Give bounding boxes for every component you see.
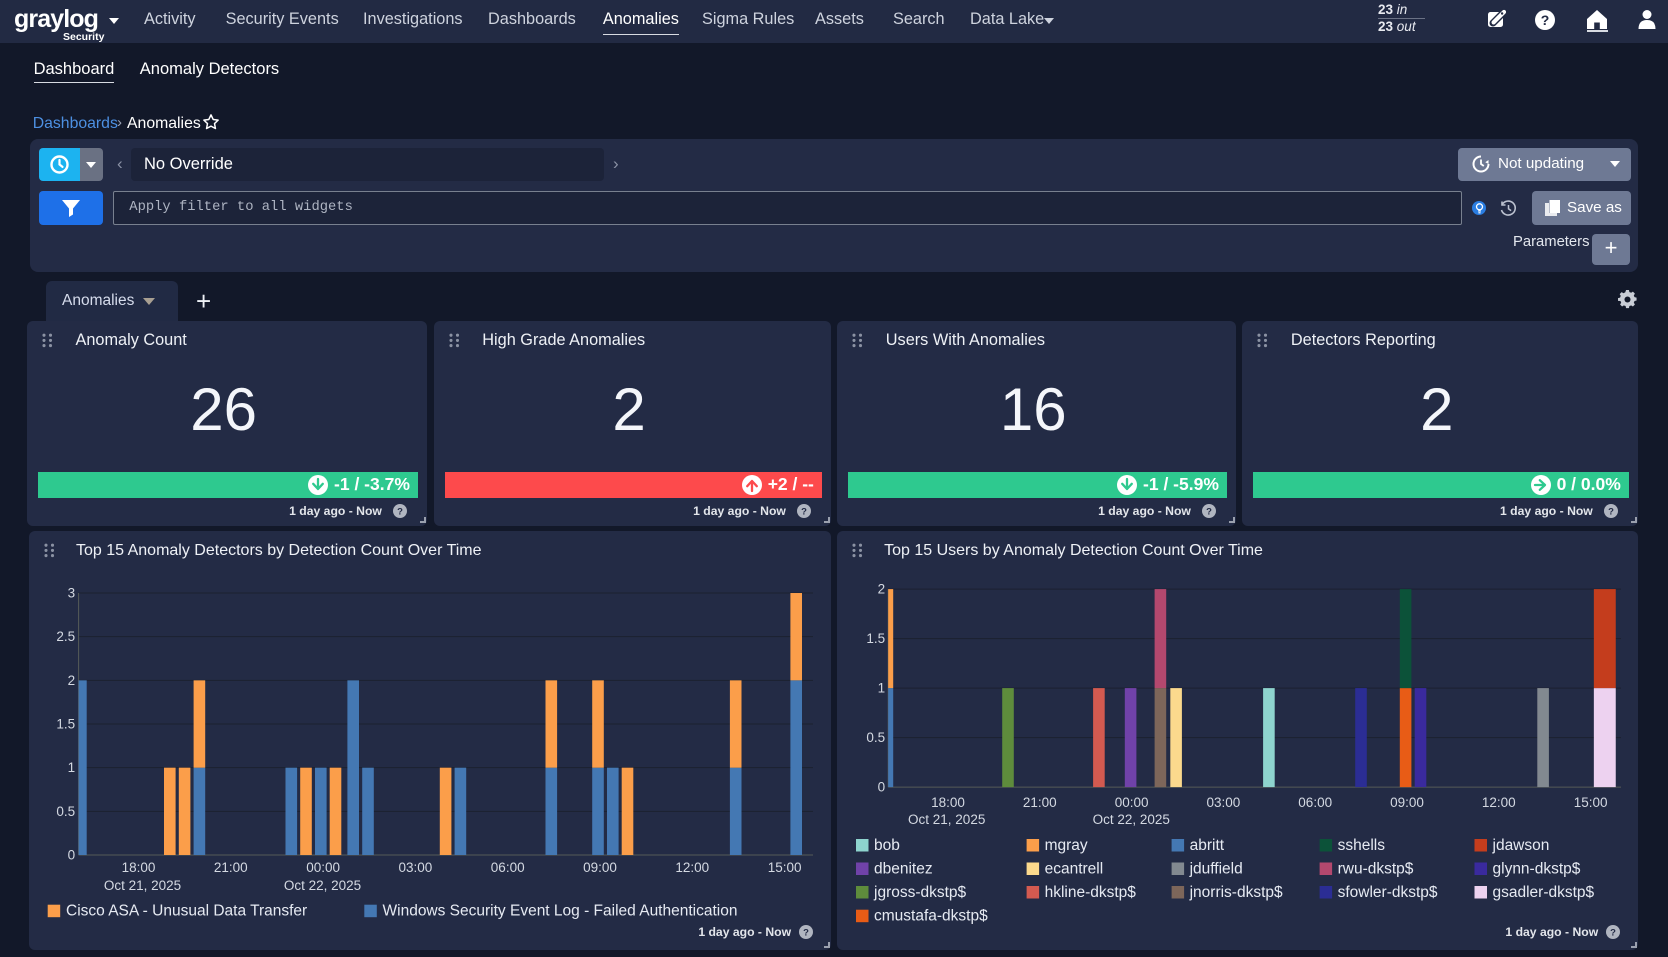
svg-text:1.5: 1.5 (866, 631, 885, 646)
svg-text:2: 2 (68, 673, 76, 688)
svg-text:2.5: 2.5 (56, 629, 75, 644)
svg-text:15:00: 15:00 (1574, 795, 1608, 810)
svg-text:06:00: 06:00 (1298, 795, 1332, 810)
svg-text:jdawson: jdawson (1492, 837, 1550, 854)
svg-text:jgross-dkstp$: jgross-dkstp$ (873, 884, 967, 901)
svg-text:?: ? (1541, 12, 1550, 28)
svg-text:0.5: 0.5 (866, 730, 885, 745)
svg-text:18:00: 18:00 (122, 860, 156, 875)
svg-text:0.5: 0.5 (56, 804, 75, 819)
svg-text:03:00: 03:00 (399, 860, 433, 875)
svg-text:09:00: 09:00 (1390, 795, 1424, 810)
svg-text:21:00: 21:00 (214, 860, 248, 875)
svg-text:0: 0 (68, 848, 76, 863)
svg-text:gsadler-dkstp$: gsadler-dkstp$ (1493, 884, 1595, 901)
svg-text:Oct 21, 2025: Oct 21, 2025 (908, 812, 985, 827)
svg-text:jduffield: jduffield (1189, 861, 1243, 878)
svg-text:dbenitez: dbenitez (874, 861, 933, 878)
svg-text:glynn-dkstp$: glynn-dkstp$ (1493, 861, 1581, 878)
svg-text:hkline-dkstp$: hkline-dkstp$ (1045, 884, 1137, 901)
svg-text:1.5: 1.5 (56, 717, 75, 732)
svg-text:1: 1 (68, 760, 76, 775)
svg-text:03:00: 03:00 (1207, 795, 1241, 810)
svg-text:2: 2 (878, 582, 886, 597)
svg-text:1: 1 (878, 681, 886, 696)
svg-text:06:00: 06:00 (491, 860, 525, 875)
svg-text:Oct 22, 2025: Oct 22, 2025 (284, 878, 361, 893)
svg-text:bob: bob (874, 837, 900, 854)
svg-text:15:00: 15:00 (768, 860, 802, 875)
svg-text:mgray: mgray (1045, 837, 1088, 854)
svg-text:jnorris-dkstp$: jnorris-dkstp$ (1189, 884, 1283, 901)
svg-text:?: ? (397, 506, 403, 517)
svg-text:00:00: 00:00 (1115, 795, 1149, 810)
svg-text:sshells: sshells (1338, 837, 1386, 854)
svg-text:?: ? (1608, 506, 1614, 517)
svg-text:18:00: 18:00 (931, 795, 965, 810)
svg-text:09:00: 09:00 (583, 860, 617, 875)
svg-text:abritt: abritt (1190, 837, 1225, 854)
svg-text:Oct 22, 2025: Oct 22, 2025 (1093, 812, 1170, 827)
svg-text:Oct 21, 2025: Oct 21, 2025 (104, 878, 181, 893)
svg-text:3: 3 (68, 586, 76, 601)
svg-text:sfowler-dkstp$: sfowler-dkstp$ (1338, 884, 1438, 901)
svg-text:?: ? (1206, 506, 1212, 517)
svg-text:0: 0 (878, 780, 886, 795)
svg-text:12:00: 12:00 (1482, 795, 1516, 810)
svg-text:cmustafa-dkstp$: cmustafa-dkstp$ (874, 908, 988, 925)
svg-text:Windows Security Event Log - F: Windows Security Event Log - Failed Auth… (383, 903, 738, 920)
svg-text:ecantrell: ecantrell (1045, 861, 1104, 878)
svg-text:?: ? (801, 506, 807, 517)
svg-text:rwu-dkstp$: rwu-dkstp$ (1338, 861, 1414, 878)
svg-text:21:00: 21:00 (1023, 795, 1057, 810)
svg-text:Cisco ASA - Unusual Data Trans: Cisco ASA - Unusual Data Transfer (66, 903, 307, 920)
svg-text:00:00: 00:00 (306, 860, 340, 875)
svg-text:12:00: 12:00 (675, 860, 709, 875)
